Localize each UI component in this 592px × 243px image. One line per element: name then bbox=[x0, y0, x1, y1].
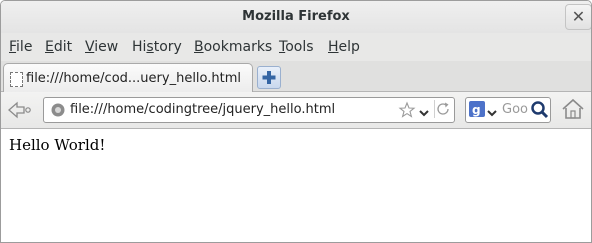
search-bar[interactable]: g Goo bbox=[465, 97, 551, 123]
search-input[interactable]: Goo bbox=[502, 98, 528, 122]
back-arrow-icon bbox=[8, 101, 31, 119]
google-engine-icon[interactable]: g bbox=[469, 101, 485, 117]
page-body-text: Hello World! bbox=[9, 136, 106, 154]
url-bar[interactable]: file:///home/codingtree/jquery_hello.htm… bbox=[43, 97, 455, 123]
menu-file[interactable]: File bbox=[9, 33, 32, 61]
home-icon bbox=[562, 98, 584, 119]
blank-page-icon bbox=[10, 72, 23, 87]
reload-button[interactable] bbox=[434, 100, 453, 118]
navigation-toolbar: file:///home/codingtree/jquery_hello.htm… bbox=[1, 92, 591, 129]
svg-text:g: g bbox=[472, 103, 481, 117]
menu-bookmarks-label: ookmarks bbox=[203, 39, 273, 55]
magnifier-icon bbox=[531, 101, 549, 119]
page-content: Hello World! bbox=[1, 129, 591, 242]
window-title: Mozilla Firefox bbox=[242, 9, 350, 24]
menu-view-label: iew bbox=[94, 39, 119, 55]
engine-dropdown-icon[interactable] bbox=[487, 104, 497, 117]
globe-icon bbox=[50, 102, 66, 118]
home-button[interactable] bbox=[560, 96, 586, 122]
tab-strip: file:///home/cod...uery_hello.html bbox=[1, 61, 591, 93]
menu-bookmarks-accel: B bbox=[194, 39, 204, 55]
search-go-button[interactable] bbox=[530, 100, 549, 119]
menu-file-label: ile bbox=[16, 39, 33, 55]
menu-edit[interactable]: Edit bbox=[45, 33, 72, 61]
url-text[interactable]: file:///home/codingtree/jquery_hello.htm… bbox=[70, 98, 390, 122]
reload-icon bbox=[437, 102, 449, 115]
menu-history-pre: Hi bbox=[132, 39, 147, 55]
menu-help-accel: H bbox=[328, 39, 339, 55]
browser-window: Mozilla Firefox ✕ File Edit View History… bbox=[0, 0, 592, 243]
back-button[interactable] bbox=[5, 98, 33, 122]
close-window-button[interactable]: ✕ bbox=[565, 4, 591, 30]
menu-tools[interactable]: Tools bbox=[279, 33, 314, 61]
menu-bookmarks[interactable]: Bookmarks bbox=[194, 33, 272, 61]
menu-help[interactable]: Help bbox=[328, 33, 360, 61]
menu-tools-label: ools bbox=[285, 39, 314, 55]
bookmark-star-icon[interactable] bbox=[398, 101, 416, 119]
tab-label: file:///home/cod...uery_hello.html bbox=[26, 71, 242, 86]
menu-view-accel: V bbox=[85, 39, 95, 55]
menu-file-accel: F bbox=[9, 39, 17, 55]
new-tab-button[interactable] bbox=[257, 66, 281, 89]
menu-view[interactable]: View bbox=[85, 33, 118, 61]
menu-history[interactable]: History bbox=[132, 33, 182, 61]
menu-edit-label: dit bbox=[53, 39, 73, 55]
menu-help-label: elp bbox=[338, 39, 360, 55]
url-history-dropdown-icon[interactable] bbox=[418, 104, 430, 117]
menu-bar: File Edit View History Bookmarks Tools H… bbox=[1, 33, 591, 61]
tab-jquery-hello[interactable]: file:///home/cod...uery_hello.html bbox=[3, 63, 253, 93]
menu-edit-accel: E bbox=[45, 39, 54, 55]
title-bar: Mozilla Firefox ✕ bbox=[1, 1, 591, 33]
close-icon: ✕ bbox=[571, 7, 586, 26]
menu-history-label: tory bbox=[153, 39, 182, 55]
menu-history-accel: s bbox=[146, 39, 154, 55]
plus-icon bbox=[262, 71, 276, 84]
